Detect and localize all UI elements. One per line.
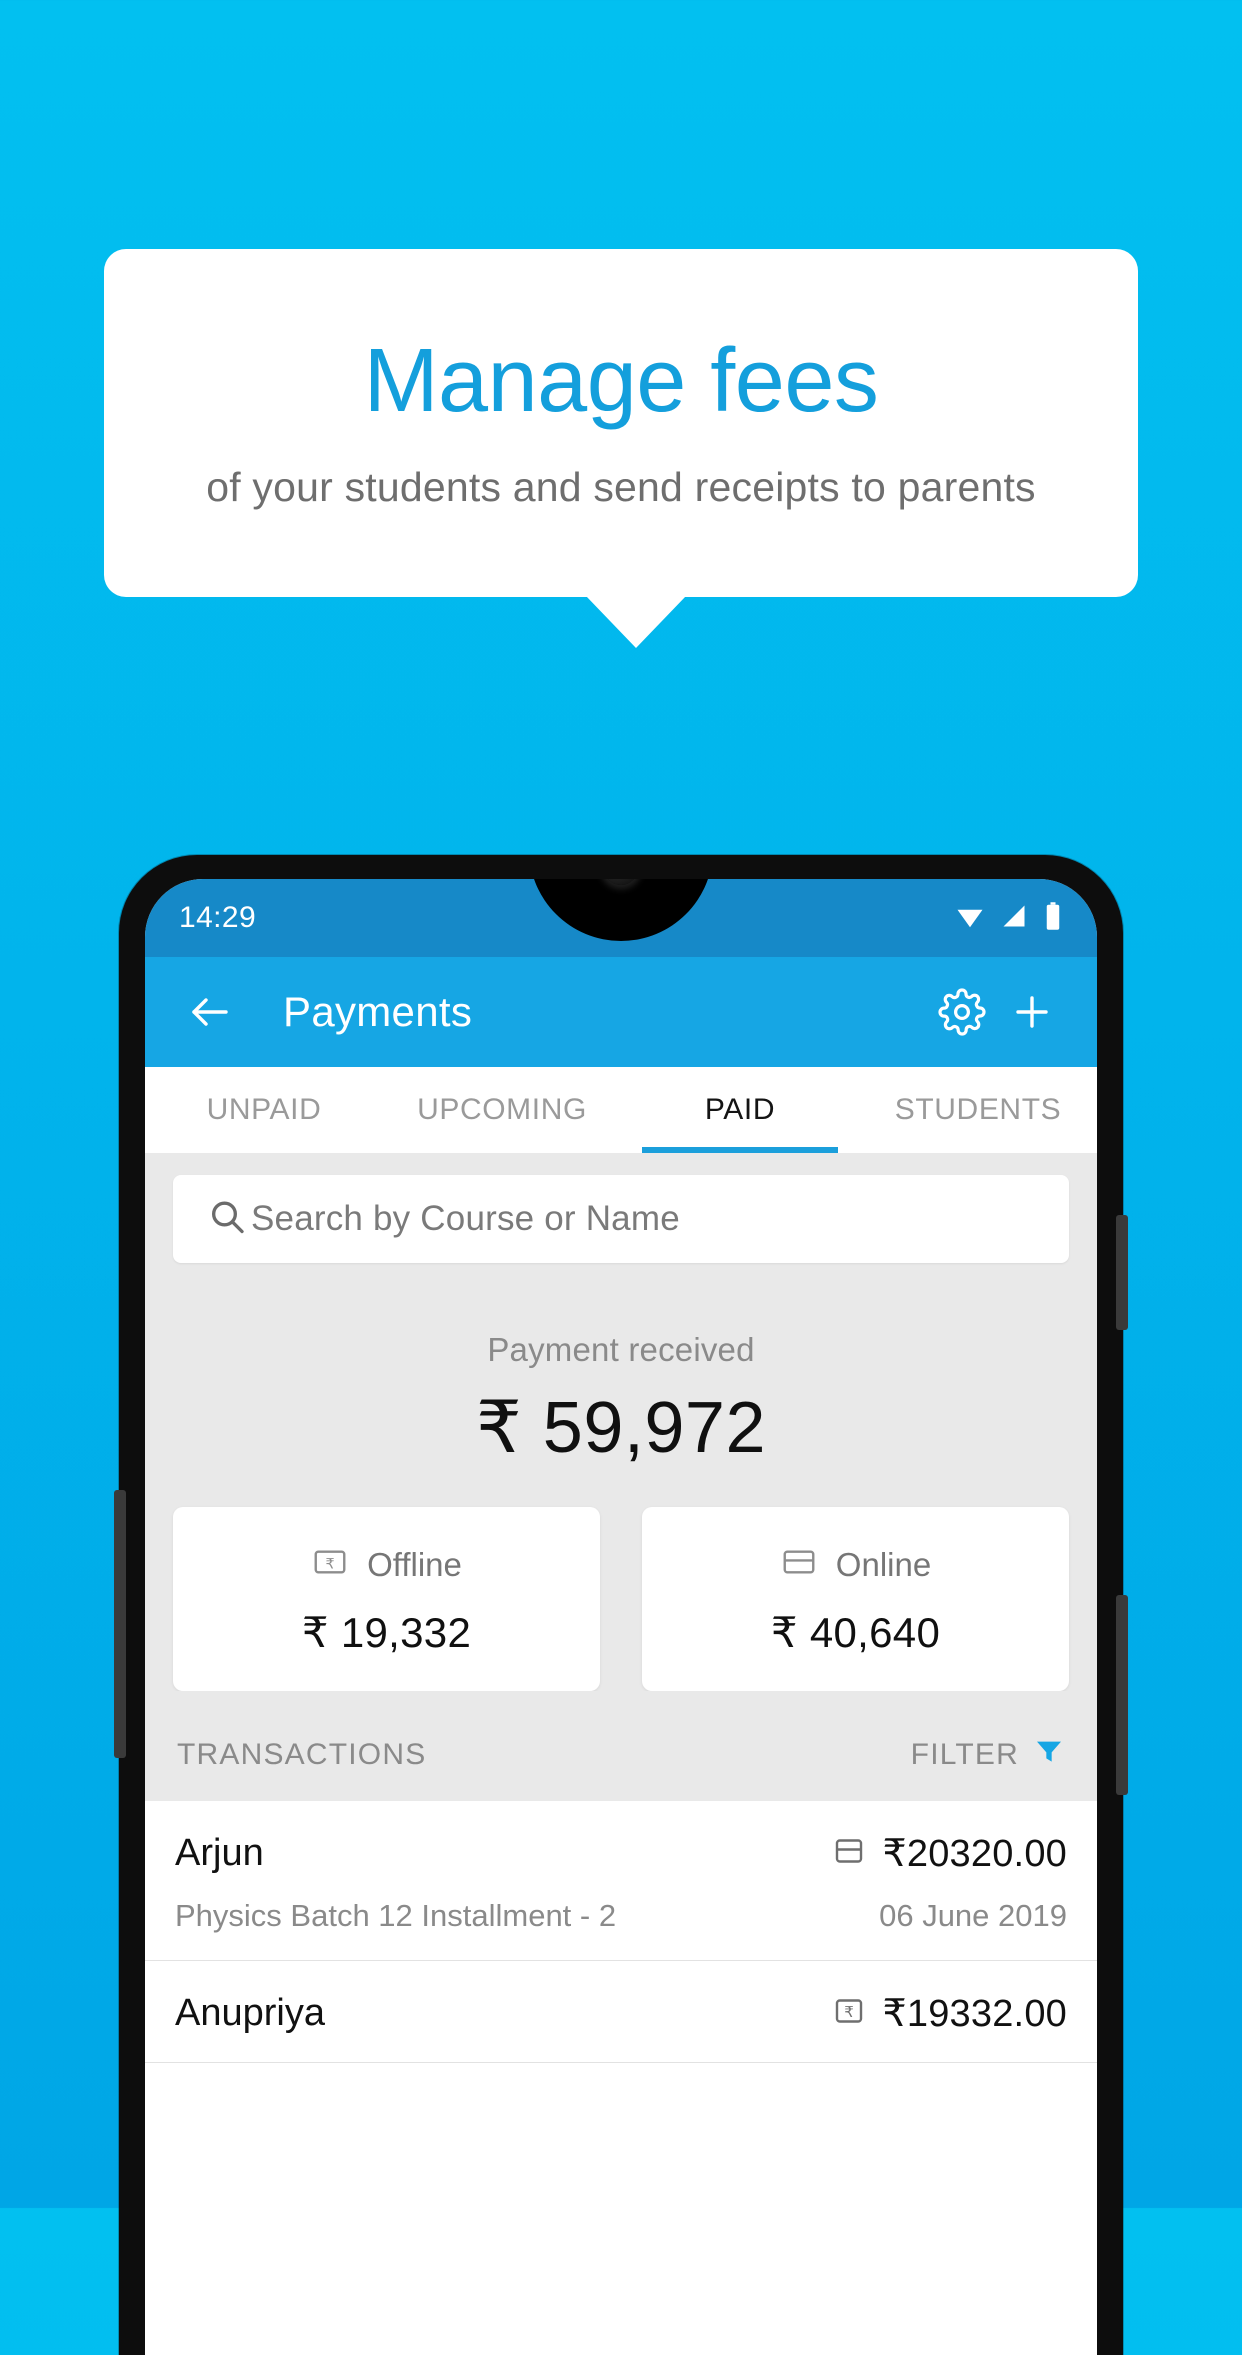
card-offline-value: ₹ 19,332: [301, 1609, 472, 1656]
method-cards: ₹ Offline ₹ 19,332 Online ₹ 40,640: [145, 1469, 1097, 1691]
transaction-name: Arjun: [175, 1832, 264, 1874]
card-online[interactable]: Online ₹ 40,640: [642, 1507, 1069, 1691]
tab-upcoming[interactable]: UPCOMING: [383, 1067, 621, 1153]
battery-icon: [1043, 901, 1063, 936]
transaction-amount-wrap: ₹ ₹19332.00: [831, 1991, 1067, 2036]
tab-students[interactable]: STUDENTS: [859, 1067, 1097, 1153]
search-input[interactable]: Search by Course or Name: [173, 1175, 1069, 1263]
table-row[interactable]: Arjun ₹20320.00 Physics Batch 12 Install…: [145, 1801, 1097, 1961]
card-offline-label: Offline: [367, 1545, 462, 1583]
transaction-row-secondary: Physics Batch 12 Installment - 2 06 June…: [175, 1898, 1067, 1934]
transaction-amount-wrap: ₹20320.00: [831, 1831, 1067, 1876]
transaction-row-primary: Arjun ₹20320.00: [175, 1831, 1067, 1876]
page-title: Payments: [283, 988, 473, 1035]
wifi-icon: [955, 901, 985, 936]
card-offline[interactable]: ₹ Offline ₹ 19,332: [173, 1507, 600, 1691]
plus-icon[interactable]: [997, 977, 1067, 1047]
status-bar-time: 14:29: [179, 901, 257, 934]
card-online-value: ₹ 40,640: [770, 1609, 941, 1656]
search-section: Search by Course or Name: [145, 1153, 1097, 1277]
gear-icon[interactable]: [927, 977, 997, 1047]
phone-power-button[interactable]: [1116, 1215, 1128, 1330]
summary-label: Payment received: [487, 1331, 755, 1368]
phone-notch: [529, 879, 713, 941]
credit-card-icon: [831, 1833, 867, 1874]
arrow-left-icon[interactable]: [175, 977, 245, 1047]
filter-label: FILTER: [910, 1738, 1019, 1771]
transaction-date: 06 June 2019: [879, 1898, 1067, 1933]
summary-amount: ₹ 59,972: [475, 1388, 767, 1468]
payment-summary: Payment received ₹ 59,972: [145, 1277, 1097, 1469]
app-screen: 14:29 Payments UNPAID UPCOMING PAID STUD…: [145, 879, 1097, 2355]
tab-unpaid[interactable]: UNPAID: [145, 1067, 383, 1153]
svg-text:₹: ₹: [326, 1556, 335, 1572]
promo-bubble-tail: [586, 596, 686, 648]
transaction-amount: ₹20320.00: [882, 1833, 1067, 1875]
banknote-rupee-icon: ₹: [311, 1543, 349, 1586]
card-online-head: Online: [780, 1543, 931, 1586]
funnel-icon: [1033, 1735, 1065, 1775]
transactions-header: TRANSACTIONS FILTER: [145, 1691, 1097, 1801]
filter-button[interactable]: FILTER: [911, 1735, 1065, 1775]
card-online-label: Online: [835, 1545, 932, 1583]
tab-bar: UNPAID UPCOMING PAID STUDENTS: [145, 1067, 1097, 1153]
phone-screen-bezel: 14:29 Payments UNPAID UPCOMING PAID STUD…: [145, 879, 1097, 2355]
banknote-rupee-icon: ₹: [831, 1993, 867, 2034]
transaction-amount: ₹19332.00: [882, 1993, 1067, 2035]
search-placeholder: Search by Course or Name: [251, 1199, 680, 1238]
phone-side-button-left[interactable]: [114, 1490, 126, 1758]
search-icon: [207, 1197, 247, 1242]
card-offline-head: ₹ Offline: [311, 1543, 462, 1586]
transactions-label: TRANSACTIONS: [177, 1738, 427, 1771]
phone-mockup: 14:29 Payments UNPAID UPCOMING PAID STUD…: [114, 855, 1128, 2355]
credit-card-icon: [780, 1543, 818, 1586]
app-bar: Payments: [145, 957, 1097, 1067]
promo-subtitle: of your students and send receipts to pa…: [206, 463, 1036, 510]
transaction-list: Arjun ₹20320.00 Physics Batch 12 Install…: [145, 1801, 1097, 2355]
promo-title: Manage fees: [363, 330, 879, 431]
transaction-row-primary: Anupriya ₹ ₹19332.00: [175, 1991, 1067, 2036]
front-camera: [604, 879, 638, 885]
transaction-description: Physics Batch 12 Installment - 2: [175, 1898, 617, 1933]
promo-bubble: Manage fees of your students and send re…: [104, 249, 1138, 597]
status-bar: 14:29: [145, 879, 1097, 957]
phone-volume-button[interactable]: [1116, 1595, 1128, 1795]
status-bar-icons: [955, 901, 1063, 936]
transaction-name: Anupriya: [175, 1992, 325, 2034]
svg-text:₹: ₹: [844, 2003, 854, 2021]
tab-paid[interactable]: PAID: [621, 1067, 859, 1153]
signal-icon: [1000, 902, 1028, 935]
table-row[interactable]: Anupriya ₹ ₹19332.00: [145, 1961, 1097, 2063]
